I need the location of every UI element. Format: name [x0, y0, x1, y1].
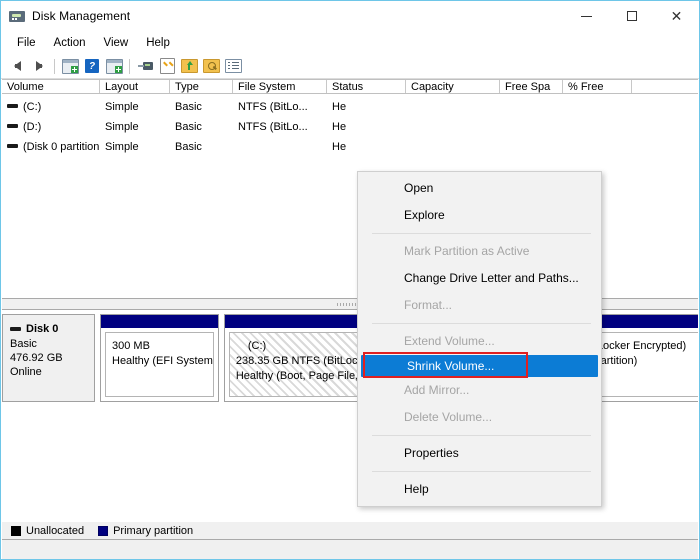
column-header-percent-free[interactable]: % Free: [563, 80, 632, 93]
cell-volume: (D:): [23, 121, 42, 134]
menu-help[interactable]: Help: [137, 35, 179, 51]
disk-info-block[interactable]: Disk 0 Basic 476.92 GB Online: [2, 314, 95, 402]
table-row[interactable]: (D:) Simple Basic NTFS (BitLo... He: [2, 117, 698, 137]
shrink-volume-highlight-wrapper: Shrink Volume...: [358, 352, 601, 378]
title-bar: Disk Management ✕: [1, 1, 699, 32]
toolbar-separator-1: [54, 58, 55, 74]
properties-icon[interactable]: [103, 56, 125, 76]
volume-rows: (C:) Simple Basic NTFS (BitLo... He (D:)…: [2, 94, 698, 157]
context-menu-item-shrink-volume[interactable]: Shrink Volume...: [361, 355, 598, 377]
legend-item-primary: Primary partition: [98, 525, 193, 537]
context-menu-item-change-drive-letter-and-paths[interactable]: Change Drive Letter and Paths...: [358, 265, 601, 292]
export-icon[interactable]: [178, 56, 200, 76]
new-window-icon[interactable]: [59, 56, 81, 76]
context-menu-separator-1: [372, 233, 591, 234]
partition-line2: Healthy (EFI System: [112, 355, 213, 367]
menu-view[interactable]: View: [95, 35, 138, 51]
status-bar: [2, 540, 698, 559]
volume-icon: [7, 104, 18, 109]
volume-list-header: Volume Layout Type File System Status Ca…: [2, 79, 698, 94]
close-button[interactable]: ✕: [654, 1, 699, 31]
cell-status: He: [332, 101, 347, 113]
cell-layout: Simple: [105, 101, 139, 113]
maximize-button[interactable]: [609, 1, 654, 31]
partition-block-efi[interactable]: 300 MB Healthy (EFI System: [100, 314, 219, 402]
legend-bar: Unallocated Primary partition: [2, 522, 698, 540]
menu-action[interactable]: Action: [45, 35, 95, 51]
partition-line1: 300 MB: [112, 340, 150, 352]
disk-management-window: Disk Management ✕ File Action View Help …: [0, 0, 700, 560]
disk-name-label: Disk 0: [26, 323, 59, 335]
volume-icon: [7, 124, 18, 129]
cell-volume: (Disk 0 partition 1): [23, 141, 100, 154]
context-menu-separator-3: [372, 435, 591, 436]
toolbar: ?: [1, 54, 699, 79]
column-header-filler: [632, 80, 698, 93]
context-menu-item-mark-partition-as-active: Mark Partition as Active: [404, 244, 530, 258]
disk-type: Basic: [10, 338, 37, 350]
cell-layout: Simple: [105, 141, 139, 153]
minimize-icon: [581, 15, 592, 17]
disk-drive-icon: [9, 8, 25, 24]
column-header-capacity[interactable]: Capacity: [406, 80, 500, 93]
minimize-button[interactable]: [564, 1, 609, 31]
context-menu-item-open[interactable]: Open: [358, 175, 601, 202]
check-icon[interactable]: [156, 56, 178, 76]
disk-icon: [10, 327, 21, 331]
context-menu-item-delete-volume: Delete Volume...: [404, 410, 493, 424]
context-menu-item-add-mirror: Add Mirror...: [404, 383, 470, 397]
cell-file-system: NTFS (BitLo...: [238, 101, 308, 113]
legend-swatch-unallocated: [11, 525, 21, 536]
column-header-layout[interactable]: Layout: [100, 80, 170, 93]
close-icon: ✕: [670, 7, 683, 24]
find-icon[interactable]: [200, 56, 222, 76]
table-row[interactable]: (Disk 0 partition 1) Simple Basic He: [2, 137, 698, 157]
context-menu-separator-2: [372, 323, 591, 324]
cell-type: Basic: [175, 141, 202, 153]
cell-file-system: NTFS (BitLo...: [238, 121, 308, 133]
menu-bar: File Action View Help: [1, 32, 699, 54]
context-menu-item-extend-volume: Extend Volume...: [404, 334, 495, 348]
help-icon[interactable]: ?: [81, 56, 103, 76]
table-row[interactable]: (C:) Simple Basic NTFS (BitLo... He: [2, 97, 698, 117]
legend-label-primary: Primary partition: [113, 524, 194, 537]
partition-color-bar: [101, 315, 218, 328]
cell-status: He: [332, 121, 347, 133]
context-menu-item-explore[interactable]: Explore: [358, 202, 601, 229]
toolbar-separator-2: [129, 58, 130, 74]
volume-icon: [7, 144, 18, 149]
details-icon[interactable]: [222, 56, 244, 76]
disk-name: Disk 0: [10, 323, 94, 335]
disk-size: 476.92 GB: [10, 352, 63, 364]
legend-item-unallocated: Unallocated: [11, 525, 84, 537]
maximize-icon: [626, 11, 637, 21]
context-menu: Open Explore Mark Partition as Active Ch…: [357, 171, 602, 507]
disk-status: Online: [10, 366, 42, 378]
legend-swatch-primary: [98, 525, 109, 536]
column-header-file-system[interactable]: File System: [233, 80, 327, 93]
legend-label-unallocated: Unallocated: [26, 524, 85, 537]
window-controls: ✕: [564, 1, 699, 31]
cell-layout: Simple: [105, 121, 139, 133]
back-arrow-icon[interactable]: [6, 56, 28, 76]
connect-icon[interactable]: [134, 56, 156, 76]
cell-volume: (C:): [23, 101, 42, 114]
menu-file[interactable]: File: [8, 35, 45, 51]
cell-type: Basic: [175, 121, 202, 133]
column-header-type[interactable]: Type: [170, 80, 233, 93]
context-menu-item-help[interactable]: Help: [358, 476, 601, 503]
forward-arrow-icon[interactable]: [28, 56, 50, 76]
column-header-volume[interactable]: Volume: [2, 80, 100, 93]
context-menu-separator-4: [372, 471, 591, 472]
context-menu-item-format: Format...: [404, 298, 453, 312]
window-title: Disk Management: [32, 9, 131, 23]
column-header-status[interactable]: Status: [327, 80, 406, 93]
column-header-free-space[interactable]: Free Spa: [500, 80, 563, 93]
context-menu-item-properties[interactable]: Properties: [358, 440, 601, 467]
main-content: Volume Layout Type File System Status Ca…: [1, 79, 699, 559]
cell-type: Basic: [175, 101, 202, 113]
cell-status: He: [332, 141, 347, 153]
